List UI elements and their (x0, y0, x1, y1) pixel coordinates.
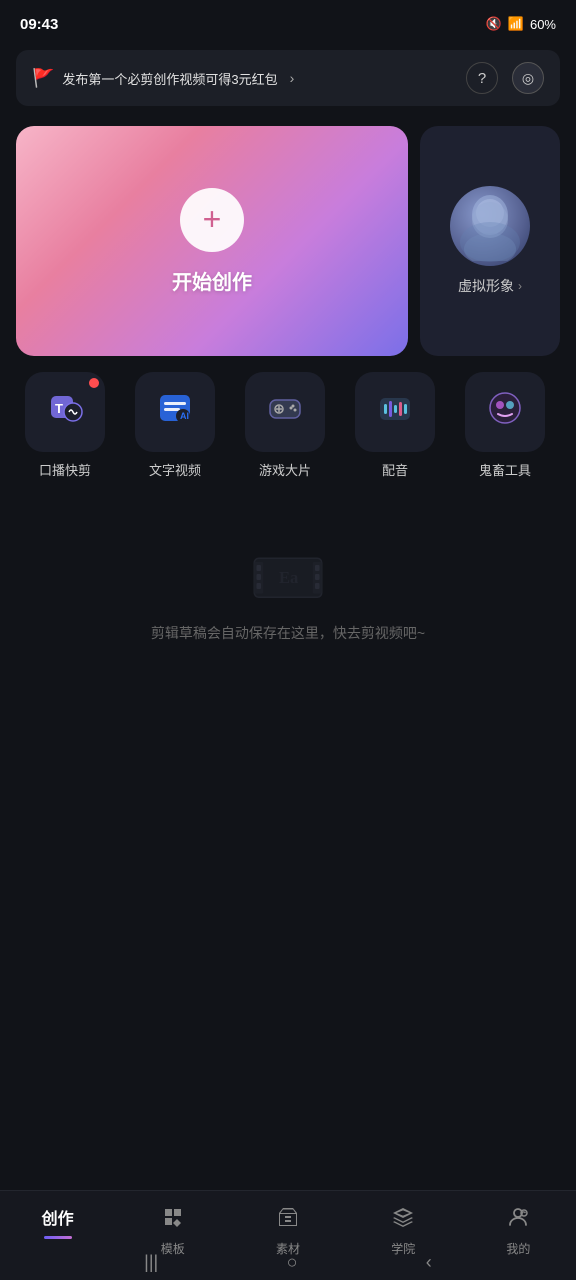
plus-icon: + (203, 201, 222, 238)
tool-youxi-icon (265, 388, 305, 436)
tools-row: T 口播快剪 AI 文字视频 (0, 366, 576, 487)
promo-actions: ? ◎ (466, 62, 544, 94)
spacer (0, 683, 576, 783)
promo-banner[interactable]: 🚩 发布第一个必剪创作视频可得3元红包 › ? ◎ (16, 50, 560, 106)
nav-icon-sucai (276, 1205, 300, 1235)
battery-label: 60% (530, 17, 556, 32)
mute-icon: 🔇 (486, 16, 502, 32)
empty-state: Ea 剪辑草稿会自动保存在这里，快去剪视频吧~ (0, 487, 576, 683)
tool-wenzi-label: 文字视频 (149, 460, 201, 479)
tool-guizhan[interactable]: 鬼畜工具 (450, 372, 560, 479)
create-plus-button[interactable]: + (180, 188, 244, 252)
question-icon: ? (478, 70, 486, 87)
create-card[interactable]: + 开始创作 (16, 126, 408, 356)
svg-text:Ea: Ea (279, 568, 298, 587)
virtual-label-text: 虚拟形象 (458, 276, 514, 296)
tool-koubo-label: 口播快剪 (39, 460, 91, 479)
tool-wenzi-icon: AI (155, 388, 195, 436)
avatar-svg (460, 191, 520, 261)
tool-koubo-icon-wrap: T (25, 372, 105, 452)
tool-wenzi-icon-wrap: AI (135, 372, 215, 452)
tool-youxi[interactable]: 游戏大片 (230, 372, 340, 479)
tool-peyin-icon-wrap (355, 372, 435, 452)
nav-item-chuangzuo[interactable]: 创作 (0, 1201, 115, 1239)
tool-wenzi[interactable]: AI 文字视频 (120, 372, 230, 479)
gesture-bar: ||| ○ ‹ (0, 1248, 576, 1276)
nav-icon-wode (506, 1205, 530, 1235)
promo-text: 发布第一个必剪创作视频可得3元红包 (62, 69, 277, 88)
main-cards: + 开始创作 虚拟形象 › (0, 112, 576, 366)
avatar-button[interactable]: ◎ (512, 62, 544, 94)
nav-label-chuangzuo: 创作 (42, 1205, 74, 1229)
tool-peyin-label: 配音 (382, 460, 408, 479)
virtual-label: 虚拟形象 › (458, 276, 522, 296)
tool-koubo-icon: T (45, 388, 85, 436)
empty-film-icon: Ea (248, 547, 328, 607)
tool-guizhan-icon-wrap (465, 372, 545, 452)
status-icons: 🔇 📶 60% (486, 16, 556, 32)
status-bar: 09:43 🔇 📶 60% (0, 0, 576, 44)
virtual-arrow-icon: › (518, 279, 522, 293)
avatar-icon: ◎ (522, 70, 534, 87)
svg-text:AI: AI (180, 411, 189, 421)
virtual-avatar-image (450, 186, 530, 266)
tool-youxi-icon-wrap (245, 372, 325, 452)
gesture-back-icon: ‹ (426, 1252, 432, 1273)
tool-peyin[interactable]: 配音 (340, 372, 450, 479)
status-time: 09:43 (20, 16, 58, 33)
tool-youxi-label: 游戏大片 (259, 460, 311, 479)
nav-icon-xueyuan (391, 1205, 415, 1235)
nav-active-indicator (44, 1236, 72, 1239)
tool-koubo-badge (89, 378, 99, 388)
gesture-menu-icon: ||| (144, 1252, 158, 1273)
gesture-home-icon: ○ (287, 1252, 298, 1273)
virtual-avatar-card[interactable]: 虚拟形象 › (420, 126, 560, 356)
nav-icon-moban (161, 1205, 185, 1235)
tool-peyin-icon (375, 388, 415, 436)
create-label: 开始创作 (172, 266, 252, 295)
promo-arrow-icon: › (290, 70, 295, 86)
tool-guizhan-icon (485, 388, 525, 436)
signal-icon: 📶 (508, 16, 524, 32)
help-button[interactable]: ? (466, 62, 498, 94)
tool-koubo[interactable]: T 口播快剪 (10, 372, 120, 479)
svg-text:T: T (55, 401, 63, 416)
tool-guizhan-label: 鬼畜工具 (479, 460, 531, 479)
promo-flag-icon: 🚩 (32, 68, 54, 89)
promo-left: 🚩 发布第一个必剪创作视频可得3元红包 › (32, 68, 466, 89)
empty-text: 剪辑草稿会自动保存在这里，快去剪视频吧~ (151, 623, 425, 643)
